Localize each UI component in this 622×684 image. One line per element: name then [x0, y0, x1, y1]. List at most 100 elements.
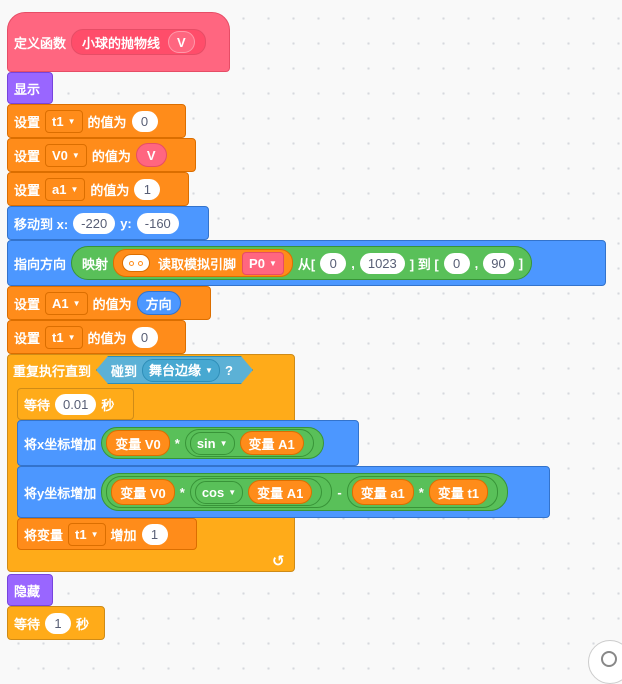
subtract-op: - — [337, 484, 342, 500]
chevron-down-icon: ▼ — [67, 116, 76, 126]
function-name: 小球的抛物线 — [82, 35, 161, 51]
var-name: V0 — [52, 147, 68, 163]
microbit-icon — [122, 254, 151, 272]
var-t1-label: 变量 t1 — [437, 485, 480, 501]
fn-name: sin — [196, 435, 216, 451]
set-label: 设置 — [14, 296, 41, 312]
change-x-block[interactable]: 将x坐标增加 变量 V0 * sin ▼ 变量 A1 — [17, 420, 359, 466]
multiply-reporter[interactable]: 变量 V0 * sin ▼ 变量 A1 — [101, 427, 324, 459]
var-dropdown-t1[interactable]: t1 ▼ — [45, 109, 83, 133]
y-input[interactable]: -160 — [136, 212, 179, 234]
pin-dropdown[interactable]: P0 ▼ — [242, 251, 284, 275]
set-suffix: 的值为 — [87, 114, 127, 130]
cos-dropdown[interactable]: cos ▼ — [194, 480, 244, 504]
set-A1-block[interactable]: 设置 A1 ▼ 的值为 方向 — [7, 286, 211, 320]
map-reporter[interactable]: 映射 读取模拟引脚 P0 ▼ 从[ 0 , 1023 ] 到 [ 0 , 90 ] — [71, 246, 533, 280]
var-v0-label: 变量 V0 — [120, 485, 166, 501]
chevron-down-icon: ▼ — [71, 150, 80, 160]
map-to-low[interactable]: 0 — [443, 252, 470, 274]
zoom-button[interactable] — [588, 640, 622, 684]
map-from-low[interactable]: 0 — [320, 252, 347, 274]
hide-block[interactable]: 隐藏 — [7, 574, 53, 606]
wait-input[interactable]: 0.01 — [55, 393, 97, 415]
var-dropdown-t1[interactable]: t1 ▼ — [68, 522, 106, 546]
var-dropdown-A1[interactable]: A1 ▼ — [45, 291, 88, 315]
var-A1-label: 变量 A1 — [257, 485, 304, 501]
x-input[interactable]: -220 — [73, 212, 116, 234]
wait-label: 等待 — [24, 397, 51, 413]
var-A1-reporter[interactable]: 变量 A1 — [248, 480, 313, 504]
set-suffix: 的值为 — [91, 148, 131, 164]
show-block[interactable]: 显示 — [7, 72, 53, 104]
point-direction-block[interactable]: 指向方向 映射 读取模拟引脚 P0 ▼ 从[ 0 , 1023 ] 到 [ 0 ,… — [7, 240, 606, 286]
define-block[interactable]: 定义函数 小球的抛物线 V — [7, 12, 230, 72]
direction-label: 方向 — [145, 296, 172, 312]
map-to-high[interactable]: 90 — [483, 252, 514, 274]
param-v-reporter[interactable]: V — [135, 143, 167, 167]
multiply-op: * — [179, 484, 185, 500]
touch-target: 舞台边缘 — [149, 362, 202, 378]
function-name-box[interactable]: 小球的抛物线 V — [71, 29, 206, 55]
value-input[interactable]: 0 — [131, 326, 158, 348]
seconds-label: 秒 — [101, 397, 115, 413]
y-label: y: — [120, 215, 132, 231]
param-v[interactable]: V — [168, 31, 195, 53]
var-A1-reporter[interactable]: 变量 A1 — [239, 431, 304, 455]
read-analog-reporter[interactable]: 读取模拟引脚 P0 ▼ — [113, 249, 293, 277]
map-label: 映射 — [82, 256, 109, 272]
change-y-block[interactable]: 将y坐标增加 变量 V0 * cos ▼ 变量 A1 - 变量 a1 * 变量 t… — [17, 466, 550, 518]
sin-reporter[interactable]: sin ▼ 变量 A1 — [184, 429, 314, 457]
move-to-block[interactable]: 移动到 x: -220 y: -160 — [7, 206, 209, 240]
param-v-label: V — [146, 147, 156, 163]
set-label: 设置 — [14, 330, 41, 346]
set-v0-block[interactable]: 设置 V0 ▼ 的值为 V — [7, 138, 196, 172]
chevron-down-icon: ▼ — [70, 184, 79, 194]
var-v0-reporter[interactable]: 变量 V0 — [106, 430, 170, 456]
define-label: 定义函数 — [14, 35, 67, 51]
change-by-label: 增加 — [110, 527, 137, 543]
var-v0-reporter[interactable]: 变量 V0 — [111, 479, 175, 505]
set-label: 设置 — [14, 182, 41, 198]
touch-target-dropdown[interactable]: 舞台边缘 ▼ — [142, 359, 220, 382]
var-a1-label: 变量 a1 — [360, 485, 405, 501]
multiply-reporter-1[interactable]: 变量 V0 * cos ▼ 变量 A1 — [106, 476, 333, 508]
chevron-down-icon: ▼ — [228, 487, 237, 497]
var-dropdown-a1[interactable]: a1 ▼ — [45, 177, 86, 201]
var-v0-label: 变量 V0 — [115, 436, 161, 452]
comma: , — [351, 255, 355, 271]
question-mark: ? — [224, 362, 233, 378]
touching-label: 碰到 — [111, 363, 138, 379]
change-var-label: 将变量 — [24, 527, 64, 543]
repeat-until-header[interactable]: 重复执行直到 碰到 舞台边缘 ▼ ? — [7, 354, 295, 386]
var-name: a1 — [52, 181, 67, 197]
change-var-block[interactable]: 将变量 t1 ▼ 增加 1 — [17, 518, 197, 550]
var-dropdown-t1[interactable]: t1 ▼ — [45, 325, 83, 349]
var-dropdown-v0[interactable]: V0 ▼ — [45, 143, 87, 167]
subtract-reporter[interactable]: 变量 V0 * cos ▼ 变量 A1 - 变量 a1 * 变量 t1 — [101, 473, 509, 511]
set-t1-reset-block[interactable]: 设置 t1 ▼ 的值为 0 — [7, 320, 186, 354]
change-value-input[interactable]: 1 — [141, 523, 168, 545]
set-t1-block[interactable]: 设置 t1 ▼ 的值为 0 — [7, 104, 186, 138]
var-a1-reporter[interactable]: 变量 a1 — [351, 479, 414, 505]
map-from-high[interactable]: 1023 — [359, 252, 405, 274]
wait-inner-block[interactable]: 等待 0.01 秒 — [17, 388, 134, 420]
chevron-down-icon: ▼ — [219, 438, 228, 448]
var-name: A1 — [52, 295, 69, 311]
var-t1-reporter[interactable]: 变量 t1 — [428, 479, 489, 505]
read-analog-label: 读取模拟引脚 — [158, 256, 237, 272]
param-v-label: V — [177, 34, 186, 50]
direction-reporter[interactable]: 方向 — [136, 291, 181, 315]
fn-name: cos — [201, 484, 225, 500]
map-to-label: ] 到 [ — [409, 256, 439, 272]
move-to-label: 移动到 x: — [14, 216, 69, 232]
wait-outer-block[interactable]: 等待 1 秒 — [7, 606, 105, 640]
value-input[interactable]: 0 — [131, 110, 158, 132]
multiply-reporter-2[interactable]: 变量 a1 * 变量 t1 — [346, 476, 499, 508]
cos-reporter[interactable]: cos ▼ 变量 A1 — [189, 478, 323, 506]
sin-dropdown[interactable]: sin ▼ — [189, 431, 235, 455]
change-x-label: 将x坐标增加 — [24, 436, 97, 452]
value-input[interactable]: 1 — [134, 178, 161, 200]
set-a1-block[interactable]: 设置 a1 ▼ 的值为 1 — [7, 172, 189, 206]
touching-reporter[interactable]: 碰到 舞台边缘 ▼ ? — [96, 356, 253, 384]
wait-input[interactable]: 1 — [45, 612, 72, 634]
